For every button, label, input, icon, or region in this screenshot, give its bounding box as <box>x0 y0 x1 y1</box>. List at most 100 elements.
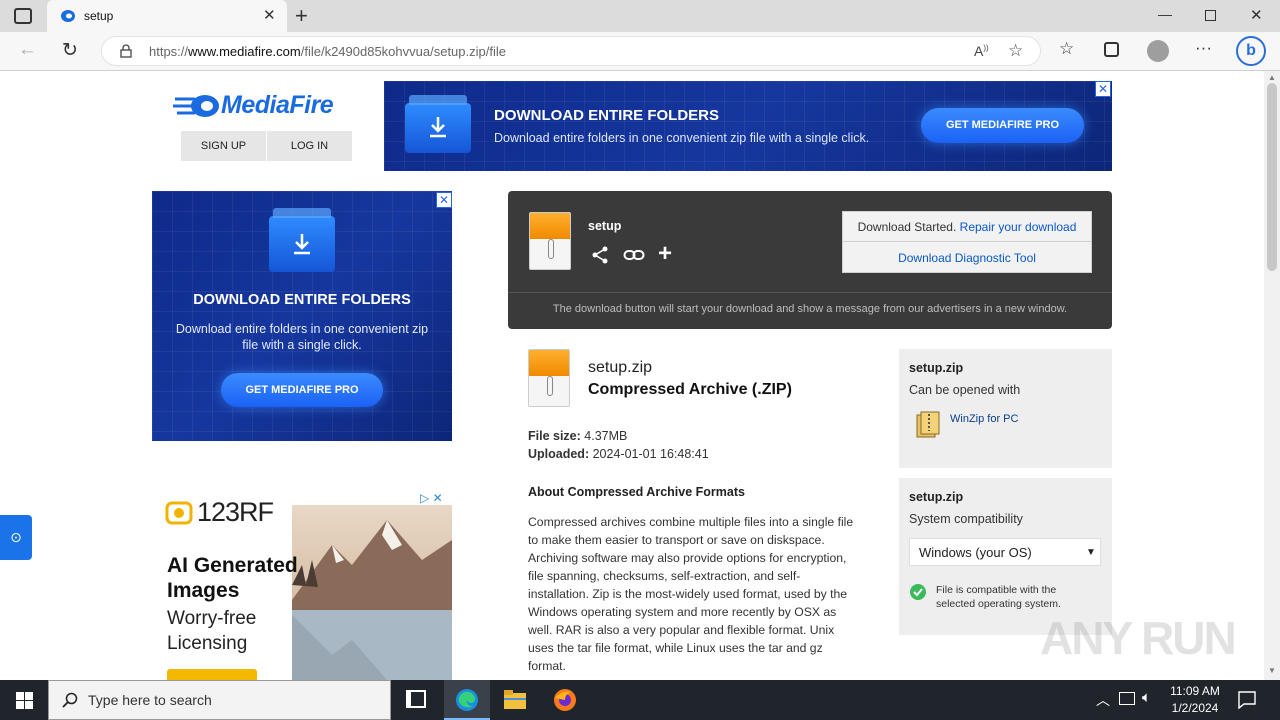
open-with-panel: setup.zip Can be opened with WinZip for … <box>899 349 1112 468</box>
share-icon[interactable] <box>591 246 609 264</box>
side-ad-title: DOWNLOAD ENTIRE FOLDERS <box>193 292 411 308</box>
notifications-icon[interactable] <box>1238 691 1256 709</box>
lock-icon <box>120 44 132 58</box>
windows-taskbar: Type here to search ︿ 🔈︎ 11:09 AM 1/2/20… <box>0 680 1280 720</box>
back-icon[interactable]: ← <box>18 39 37 61</box>
read-aloud-icon[interactable]: A)) <box>974 43 989 59</box>
file-info-name: setup.zip <box>588 359 653 376</box>
repair-download-link[interactable]: Repair your download <box>960 220 1077 234</box>
tab-strip: setup ✕ + — ✕ <box>0 0 1280 32</box>
download-note: The download button will start your down… <box>552 303 1068 315</box>
about-text: Compressed archives combine multiple fil… <box>528 515 854 673</box>
network-icon[interactable] <box>1119 692 1135 705</box>
rf-cta-button[interactable] <box>167 669 257 680</box>
os-select[interactable]: Windows (your OS) ▼ <box>909 538 1101 566</box>
taskbar-edge-button[interactable] <box>444 680 490 720</box>
profile-avatar[interactable] <box>1147 40 1169 62</box>
page-content: MediaFire SIGN UP LOG IN DOWNLOAD ENTIRE… <box>0 71 1264 680</box>
open-with-caption: Can be opened with <box>909 383 1021 397</box>
taskbar-clock[interactable]: 11:09 AM 1/2/2024 <box>1165 683 1225 717</box>
task-view-icon[interactable] <box>406 690 426 708</box>
side-download-folder-icon <box>269 208 335 272</box>
volume-icon[interactable]: 🔈︎ <box>1142 689 1151 706</box>
sign-up-button[interactable]: SIGN UP <box>181 131 266 161</box>
windows-start-icon[interactable] <box>16 692 33 709</box>
download-divider <box>508 292 1112 293</box>
download-status-panel: Download Started. Repair your download D… <box>842 211 1092 273</box>
feedback-side-tab[interactable]: ⊙ <box>0 515 32 560</box>
show-hidden-icons-icon[interactable]: ︿ <box>1096 690 1110 710</box>
search-placeholder: Type here to search <box>88 692 212 708</box>
add-to-account-icon[interactable]: + <box>658 240 672 268</box>
rf-logo-icon <box>165 501 193 525</box>
more-menu-icon[interactable]: ··· <box>1195 38 1212 58</box>
top-ad-close-icon[interactable]: ✕ <box>1095 81 1111 97</box>
url-text: https://www.mediafire.com/file/k2490d85k… <box>149 44 506 59</box>
close-window-icon[interactable]: ✕ <box>1250 6 1263 24</box>
file-info-type: Compressed Archive (.ZIP) <box>588 381 792 398</box>
restore-icon[interactable] <box>1205 10 1216 21</box>
new-tab-icon[interactable]: + <box>295 3 308 29</box>
open-with-file: setup.zip <box>909 361 964 375</box>
bing-chat-icon[interactable]: b <box>1236 36 1266 66</box>
winzip-icon <box>916 411 940 438</box>
chevron-down-icon: ▼ <box>1086 547 1096 558</box>
side-ad-subtitle: Download entire folders in one convenien… <box>175 322 429 352</box>
log-in-button[interactable]: LOG IN <box>267 131 352 161</box>
download-status-line: Download Started. Repair your download <box>843 212 1091 242</box>
download-folder-icon <box>405 95 471 153</box>
diagnostic-tool-link[interactable]: Download Diagnostic Tool <box>843 243 1091 273</box>
top-ad-get-pro-button[interactable]: GET MEDIAFIRE PRO <box>921 108 1084 143</box>
download-file-name: setup <box>588 219 622 233</box>
edge-icon <box>456 689 478 711</box>
taskbar-search-input[interactable]: Type here to search <box>48 680 391 720</box>
scrollbar-thumb[interactable] <box>1267 83 1277 271</box>
download-box: setup + Download Started. Repair your do… <box>508 191 1112 329</box>
side-ad-get-pro-button[interactable]: GET MEDIAFIRE PRO <box>221 373 383 407</box>
os-select-value: Windows (your OS) <box>919 545 1032 560</box>
side-banner-ad[interactable]: DOWNLOAD ENTIRE FOLDERS Download entire … <box>152 191 452 441</box>
compat-message: File is compatible with the selected ope… <box>936 584 1061 610</box>
tab-actions-icon[interactable] <box>14 8 32 24</box>
rf-ad-adchoices-icon[interactable]: ▷ ✕ <box>420 491 443 505</box>
winzip-link[interactable]: WinZip for PC <box>950 413 1018 425</box>
side-ad-close-icon[interactable]: ✕ <box>436 192 452 208</box>
refresh-icon[interactable]: ↻ <box>62 39 78 62</box>
top-banner-ad[interactable]: DOWNLOAD ENTIRE FOLDERS Download entire … <box>384 81 1112 171</box>
minimize-icon[interactable]: — <box>1158 6 1172 22</box>
compat-file: setup.zip <box>909 490 964 504</box>
page-scrollbar[interactable]: ▲ ▼ <box>1264 71 1280 680</box>
mediafire-logo[interactable]: MediaFire <box>173 90 353 122</box>
mediafire-favicon-icon <box>61 10 75 22</box>
logo-text: MediaFire <box>221 91 334 119</box>
top-ad-subtitle: Download entire folders in one convenien… <box>494 131 870 145</box>
url-field[interactable]: https://www.mediafire.com/file/k2490d85k… <box>101 36 1041 66</box>
tab-title: setup <box>84 9 114 23</box>
rf-brand: 123RF <box>197 497 274 527</box>
rf-ad[interactable]: ▷ ✕ 123RF AI Generated Images Worry-free… <box>152 485 452 680</box>
anyrun-watermark: ANY RUN <box>1040 612 1237 664</box>
address-bar-row: ← ↻ https://www.mediafire.com/file/k2490… <box>0 32 1280 71</box>
top-ad-title: DOWNLOAD ENTIRE FOLDERS <box>494 107 719 124</box>
about-title: About Compressed Archive Formats <box>528 485 745 499</box>
tab-close-icon[interactable]: ✕ <box>263 6 276 24</box>
tab-setup[interactable]: setup ✕ <box>47 0 287 32</box>
favorite-add-icon[interactable]: ☆ <box>1008 41 1023 61</box>
compat-caption: System compatibility <box>909 512 1023 526</box>
clock-date: 1/2/2024 <box>1171 701 1219 715</box>
file-explorer-icon[interactable] <box>504 690 526 710</box>
zip-file-icon <box>529 212 571 270</box>
firefox-icon[interactable] <box>553 688 577 712</box>
check-circle-icon <box>910 584 926 600</box>
uploaded-row: Uploaded: 2024-01-01 16:48:41 <box>528 447 709 461</box>
mediafire-flame-icon <box>173 95 219 117</box>
clock-time: 11:09 AM <box>1170 684 1220 698</box>
rf-tagline: Worry-free Licensing <box>167 608 257 654</box>
copy-link-icon[interactable] <box>623 247 645 263</box>
favorites-icon[interactable]: ☆ <box>1059 39 1074 59</box>
file-type-zip-icon <box>528 349 570 407</box>
collections-icon[interactable] <box>1104 42 1119 57</box>
file-size-row: File size: 4.37MB <box>528 429 628 443</box>
rf-headline: AI Generated Images <box>167 554 298 602</box>
search-icon <box>62 692 78 708</box>
